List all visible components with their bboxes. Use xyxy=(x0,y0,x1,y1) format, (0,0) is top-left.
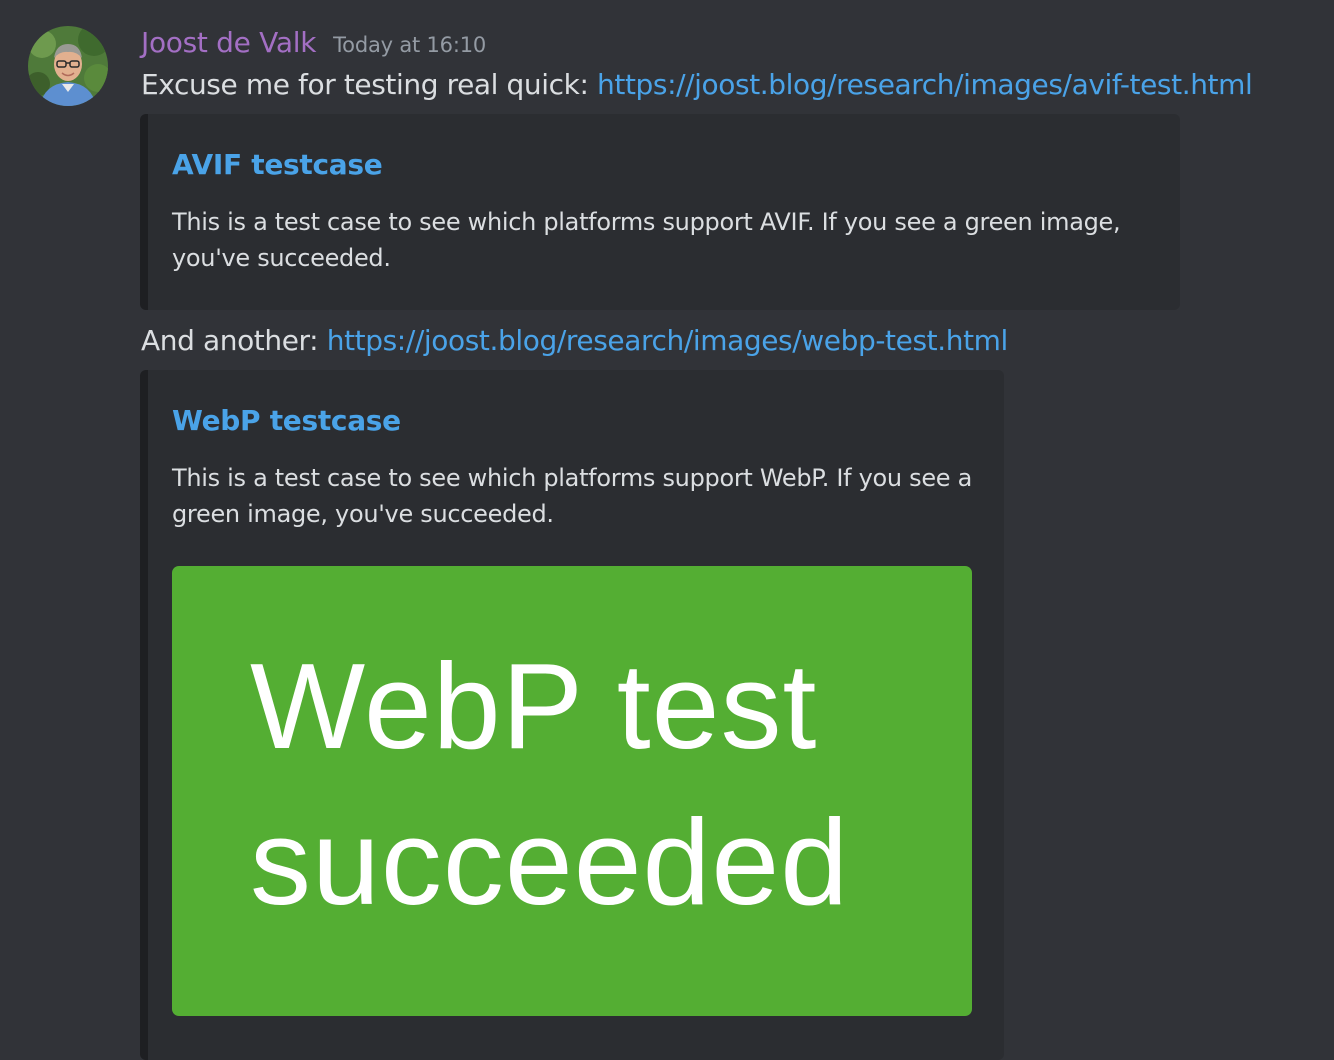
avatar-photo xyxy=(28,26,108,106)
avatar[interactable] xyxy=(28,26,108,106)
link-embed-webp: WebP testcase This is a test case to see… xyxy=(140,370,1004,1060)
link-embed-avif: AVIF testcase This is a test case to see… xyxy=(140,114,1180,310)
embed-description-webp: This is a test case to see which platfor… xyxy=(172,464,973,528)
message-text-1-prefix: Excuse me for testing real quick: xyxy=(141,68,598,101)
embed-image-text-line2: succeeded xyxy=(250,794,850,930)
embed-title-webp[interactable]: WebP testcase xyxy=(172,404,401,437)
avif-test-link[interactable]: https://joost.blog/research/images/avif-… xyxy=(597,68,1253,101)
embed-image-text-line1: WebP test xyxy=(250,638,818,774)
embed-title-avif[interactable]: AVIF testcase xyxy=(172,148,383,181)
message-header: Joost de Valk Today at 16:10 xyxy=(141,26,486,66)
webp-test-link[interactable]: https://joost.blog/research/images/webp-… xyxy=(327,324,1009,357)
embed-description-avif: This is a test case to see which platfor… xyxy=(172,208,1121,272)
author-name[interactable]: Joost de Valk xyxy=(141,26,316,59)
chat-message: Joost de Valk Today at 16:10 Excuse me f… xyxy=(0,0,1334,1060)
message-timestamp[interactable]: Today at 16:10 xyxy=(333,33,486,57)
embed-image-webp[interactable]: WebP test succeeded xyxy=(172,566,972,1016)
embed-image-text: WebP test succeeded xyxy=(250,628,950,940)
message-text-2-prefix: And another: xyxy=(141,324,327,357)
message-text-1: Excuse me for testing real quick: https:… xyxy=(141,68,1253,101)
message-text-2: And another: https://joost.blog/research… xyxy=(141,324,1008,357)
